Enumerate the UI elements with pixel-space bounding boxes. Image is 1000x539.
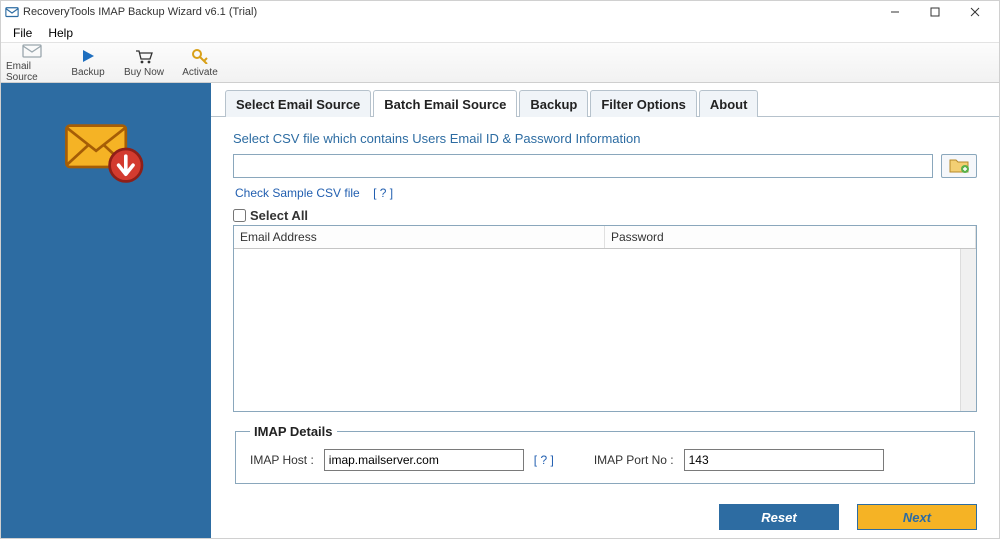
envelope-download-icon: [61, 113, 151, 193]
minimize-button[interactable]: [875, 1, 915, 23]
imap-row: IMAP Host : [ ? ] IMAP Port No :: [250, 449, 960, 471]
tab-about[interactable]: About: [699, 90, 759, 117]
menu-help[interactable]: Help: [40, 24, 81, 42]
menubar: File Help: [1, 23, 999, 43]
maximize-button[interactable]: [915, 1, 955, 23]
tab-body: Select CSV file which contains Users Ema…: [211, 117, 999, 494]
grid-empty: [234, 249, 960, 411]
play-icon: [80, 48, 96, 67]
select-all-checkbox[interactable]: [233, 209, 246, 222]
tab-strip: Select Email Source Batch Email Source B…: [211, 89, 999, 117]
imap-host-input[interactable]: [324, 449, 524, 471]
sidebar: [1, 83, 211, 538]
imap-help-link[interactable]: [ ? ]: [534, 453, 554, 467]
col-email[interactable]: Email Address: [234, 226, 605, 248]
toolbar-activate[interactable]: Activate: [173, 45, 227, 80]
email-source-icon: [22, 42, 42, 61]
imap-port-label: IMAP Port No :: [594, 453, 674, 467]
toolbar-backup[interactable]: Backup: [61, 45, 115, 80]
window-title: RecoveryTools IMAP Backup Wizard v6.1 (T…: [23, 6, 257, 18]
grid-header: Email Address Password: [234, 226, 976, 249]
content: Select Email Source Batch Email Source B…: [1, 83, 999, 538]
action-bar: Reset Next: [211, 494, 999, 538]
app-icon: [5, 6, 19, 18]
csv-help-link[interactable]: [ ? ]: [373, 186, 393, 200]
titlebar: RecoveryTools IMAP Backup Wizard v6.1 (T…: [1, 1, 999, 23]
tab-batch-email-source[interactable]: Batch Email Source: [373, 90, 517, 117]
csv-path-input[interactable]: [233, 154, 933, 178]
csv-file-row: [233, 154, 977, 178]
sample-row: Check Sample CSV file [ ? ]: [235, 186, 977, 200]
reset-button[interactable]: Reset: [719, 504, 839, 530]
sample-csv-link[interactable]: Check Sample CSV file: [235, 186, 360, 200]
select-all-label: Select All: [250, 208, 308, 223]
toolbar-activate-label: Activate: [182, 67, 218, 78]
next-button[interactable]: Next: [857, 504, 977, 530]
menu-file[interactable]: File: [5, 24, 40, 42]
imap-port-input[interactable]: [684, 449, 884, 471]
toolbar-email-source[interactable]: Email Source: [5, 45, 59, 80]
accounts-grid: Email Address Password: [233, 225, 977, 412]
browse-button[interactable]: [941, 154, 977, 178]
col-password[interactable]: Password: [605, 226, 976, 248]
close-button[interactable]: [955, 1, 995, 23]
toolbar: Email Source Backup Buy Now Activate: [1, 43, 999, 83]
imap-host-label: IMAP Host :: [250, 453, 314, 467]
imap-legend: IMAP Details: [250, 424, 337, 439]
instruction-text: Select CSV file which contains Users Ema…: [233, 131, 977, 146]
toolbar-email-source-label: Email Source: [6, 61, 58, 83]
grid-body: [234, 249, 976, 411]
toolbar-backup-label: Backup: [71, 67, 104, 78]
tab-filter-options[interactable]: Filter Options: [590, 90, 697, 117]
folder-add-icon: [948, 156, 970, 177]
main-panel: Select Email Source Batch Email Source B…: [211, 83, 999, 538]
grid-scrollbar[interactable]: [960, 249, 976, 411]
imap-details-group: IMAP Details IMAP Host : [ ? ] IMAP Port…: [235, 424, 975, 484]
select-all-row[interactable]: Select All: [233, 208, 977, 223]
tab-backup[interactable]: Backup: [519, 90, 588, 117]
cart-icon: [134, 48, 154, 67]
toolbar-buy-now-label: Buy Now: [124, 67, 164, 78]
toolbar-buy-now[interactable]: Buy Now: [117, 45, 171, 80]
app-window: RecoveryTools IMAP Backup Wizard v6.1 (T…: [0, 0, 1000, 539]
tab-select-email-source[interactable]: Select Email Source: [225, 90, 371, 117]
key-icon: [191, 48, 209, 67]
